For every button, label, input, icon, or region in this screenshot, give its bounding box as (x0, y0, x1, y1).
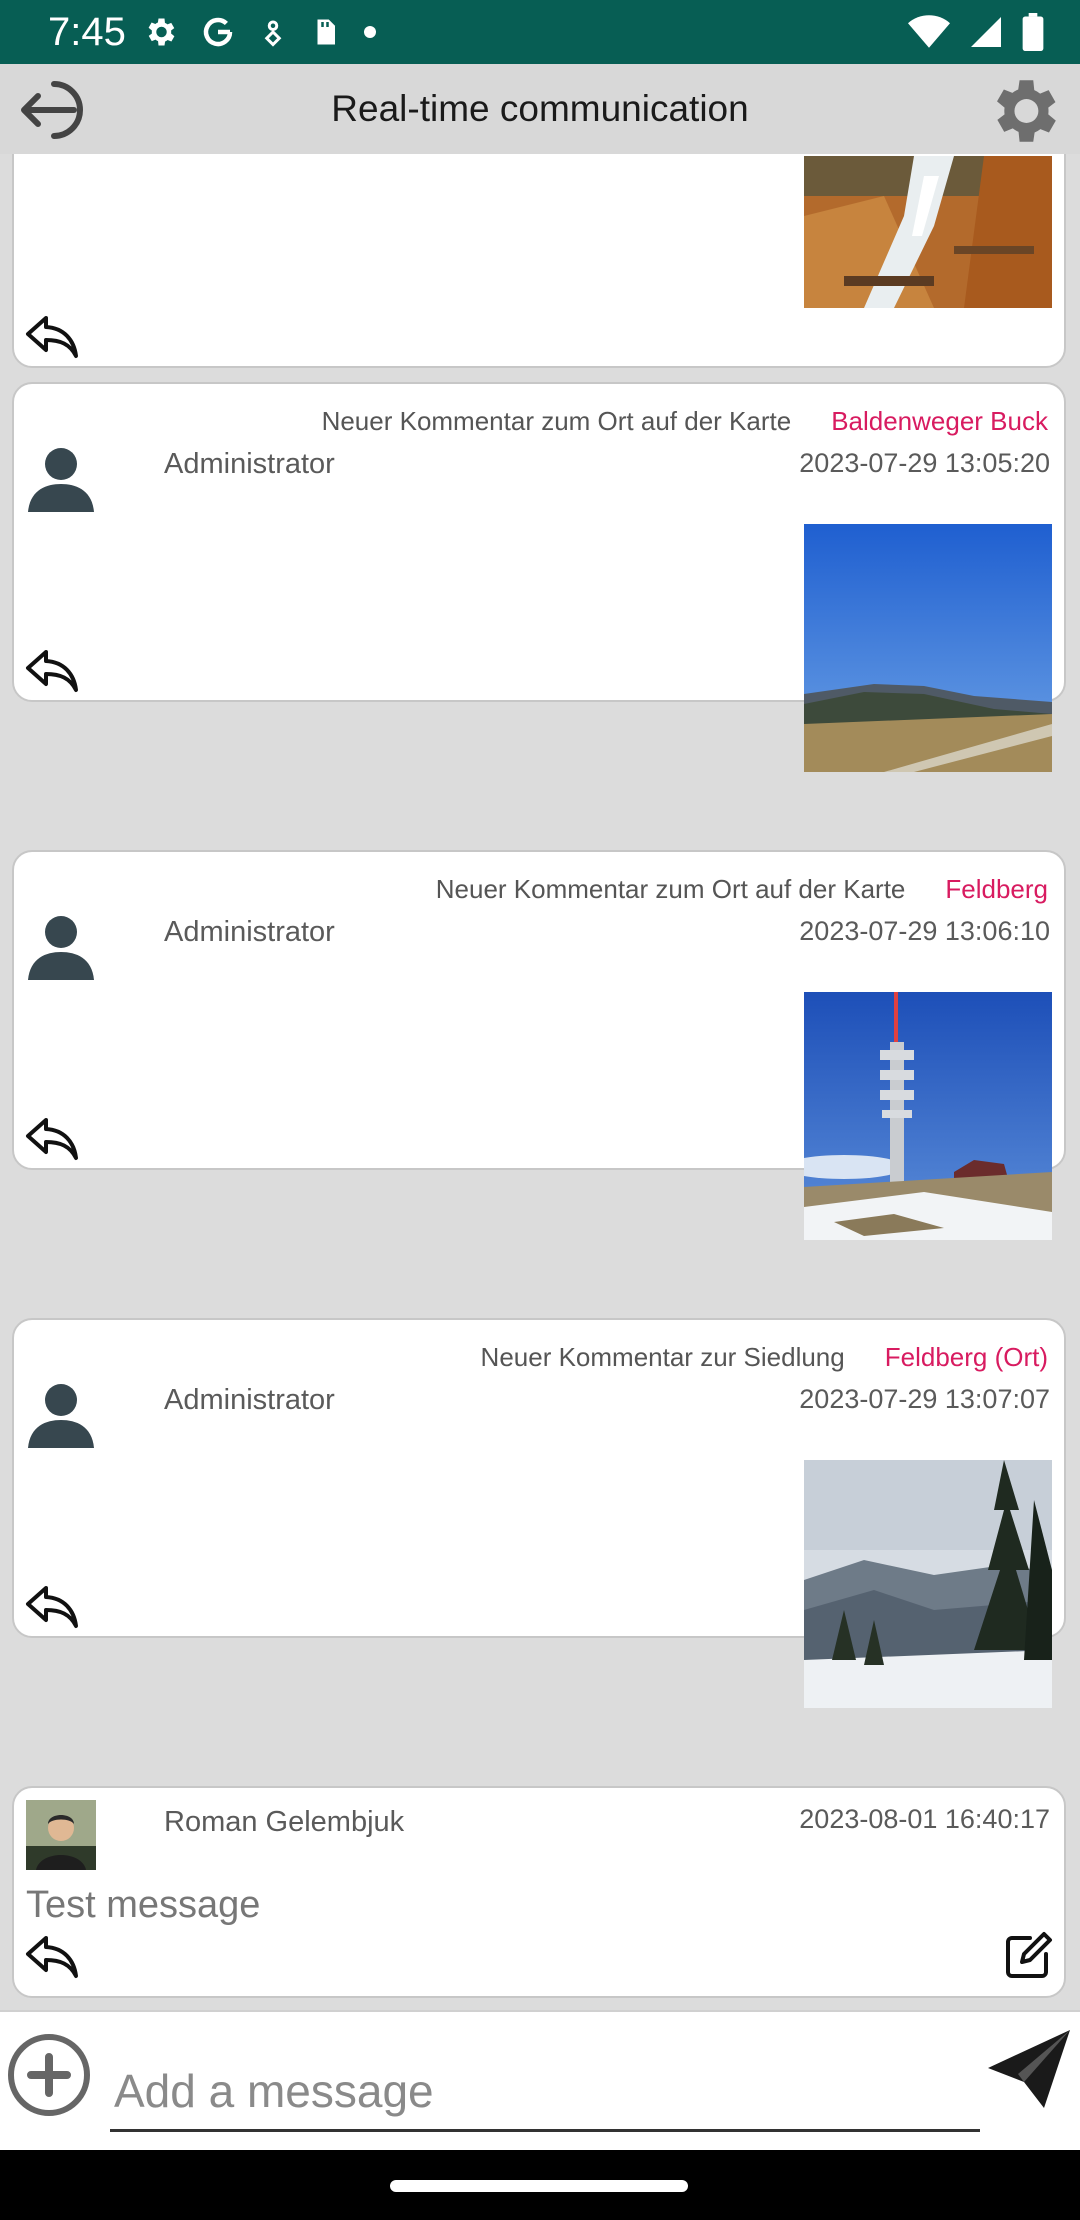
caption-text: Neuer Kommentar zur Siedlung (480, 1342, 845, 1372)
reply-button[interactable] (24, 1114, 80, 1162)
person-icon (28, 448, 94, 512)
card-caption: Neuer Kommentar zum Ort auf der Karte Fe… (436, 872, 1048, 906)
sd-card-icon (317, 19, 335, 45)
waterfall-photo (804, 156, 1052, 308)
settings-button[interactable] (982, 70, 1064, 152)
app-bar: Real-time communication (0, 64, 1080, 154)
edit-message-button[interactable] (1002, 1930, 1054, 1982)
message-photo[interactable] (804, 156, 1052, 308)
person-icon (28, 916, 94, 980)
user-photo (26, 1800, 96, 1870)
reply-button[interactable] (24, 1932, 80, 1980)
status-bar: 7:45 (0, 0, 1080, 64)
message-text: Test message (26, 1884, 261, 1926)
avatar (26, 1378, 96, 1448)
reply-button[interactable] (24, 1582, 80, 1630)
message-feed[interactable]: Neuer Kommentar zum Ort auf der Karte Ba… (0, 154, 1080, 2010)
wifi-icon (908, 15, 950, 48)
edit-icon (1006, 1932, 1052, 1978)
google-icon (203, 17, 233, 47)
place-link[interactable]: Baldenweger Buck (831, 404, 1048, 438)
message-photo[interactable] (804, 992, 1052, 1240)
status-icons-left (142, 12, 378, 52)
reply-icon (26, 650, 78, 692)
mountain-photo (804, 524, 1052, 772)
message-card: Neuer Kommentar zum Ort auf der Karte Ba… (12, 382, 1066, 772)
status-time: 7:45 (48, 10, 126, 54)
message-photo[interactable] (804, 524, 1052, 772)
tower-photo (804, 992, 1052, 1240)
page-title: Real-time communication (331, 88, 749, 129)
add-attachment-button[interactable] (6, 2032, 92, 2118)
timestamp: 2023-08-01 16:40:17 (799, 1804, 1050, 1834)
reply-button[interactable] (24, 312, 80, 360)
caption-text: Neuer Kommentar zum Ort auf der Karte (321, 406, 792, 436)
message-card: Roman Gelembjuk 2023-08-01 16:40:17 Test… (12, 1786, 1066, 1998)
battery-icon (1022, 13, 1044, 51)
timestamp: 2023-07-29 13:05:20 (799, 448, 1050, 478)
message-input[interactable] (110, 2052, 980, 2132)
status-icons-right (908, 12, 1044, 52)
send-button[interactable] (984, 2024, 1074, 2114)
message-card: Neuer Kommentar zur Siedlung Feldberg (O… (12, 1318, 1066, 1708)
timestamp: 2023-07-29 13:07:07 (799, 1384, 1050, 1414)
message-photo[interactable] (804, 1460, 1052, 1708)
dot-icon (364, 26, 376, 38)
author-name: Administrator (164, 916, 335, 948)
reply-icon (26, 1936, 78, 1978)
place-link[interactable]: Feldberg (945, 872, 1048, 906)
place-link[interactable]: Feldberg (Ort) (885, 1340, 1048, 1374)
person-icon (28, 1384, 94, 1448)
reply-button[interactable] (24, 646, 80, 694)
reply-icon (26, 1118, 78, 1160)
reply-icon (26, 316, 78, 358)
user-avatar (26, 1800, 96, 1870)
author-name: Administrator (164, 1384, 335, 1416)
avatar (26, 910, 96, 980)
composer-bar (0, 2010, 1080, 2152)
location-sharing-icon (264, 20, 282, 47)
avatar (26, 442, 96, 512)
message-card: Neuer Kommentar zum Ort auf der Karte Fe… (12, 850, 1066, 1240)
message-card (12, 154, 1066, 368)
timestamp: 2023-07-29 13:06:10 (799, 916, 1050, 946)
settings-gear-icon (997, 80, 1056, 142)
signal-icon (971, 17, 1001, 47)
valley-photo (804, 1460, 1052, 1708)
caption-text: Neuer Kommentar zum Ort auf der Karte (435, 874, 906, 904)
send-icon (988, 2030, 1070, 2108)
author-name: Administrator (164, 448, 335, 480)
system-nav-bar (0, 2150, 1080, 2220)
card-caption: Neuer Kommentar zum Ort auf der Karte Ba… (322, 404, 1048, 438)
home-gesture-handle[interactable] (390, 2180, 688, 2192)
reply-icon (26, 1586, 78, 1628)
author-name: Roman Gelembjuk (164, 1806, 405, 1838)
plus-circle-icon (8, 2034, 90, 2116)
card-caption: Neuer Kommentar zur Siedlung Feldberg (O… (481, 1340, 1048, 1374)
gear-icon (148, 18, 175, 46)
